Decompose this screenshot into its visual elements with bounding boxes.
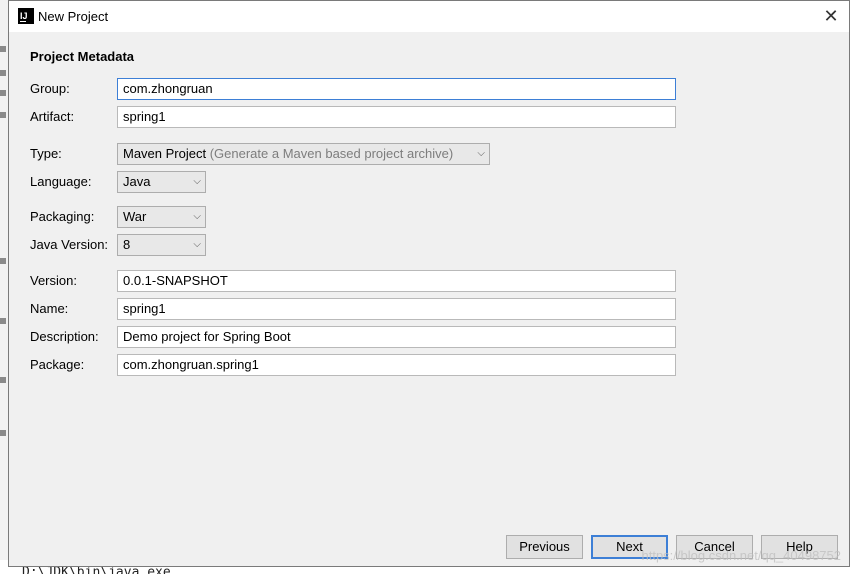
intellij-app-icon: IJ [18,8,34,24]
new-project-dialog: IJ New Project ✕ Project Metadata Group:… [8,0,850,567]
java-version-label: Java Version: [30,237,109,252]
version-field[interactable]: 0.0.1-SNAPSHOT [117,270,676,292]
background-ide-mark [0,318,6,324]
description-field[interactable]: Demo project for Spring Boot [117,326,676,348]
java-version-select-value: 8 [123,237,131,252]
type-label: Type: [30,146,62,161]
java-version-select[interactable]: 8 ⌵ [117,234,206,256]
packaging-select-value: War [123,209,147,224]
chevron-down-icon: ⌵ [193,211,201,222]
chevron-down-icon: ⌵ [193,239,201,250]
language-label: Language: [30,174,92,189]
type-select-hint: (Generate a Maven based project archive) [209,146,454,161]
chevron-down-icon: ⌵ [477,148,485,159]
previous-button[interactable]: Previous [506,535,583,559]
background-ide-mark [0,430,6,436]
watermark: https://blog.csdn.net/qq_40498752 [641,548,842,563]
background-ide-mark [0,90,6,96]
background-ide-mark [0,46,6,52]
section-title: Project Metadata [30,49,135,64]
description-label: Description: [30,329,99,344]
packaging-label: Packaging: [30,209,95,224]
close-icon[interactable]: ✕ [819,5,843,27]
window-title: New Project [38,9,109,24]
artifact-field[interactable]: spring1 [117,106,676,128]
name-field[interactable]: spring1 [117,298,676,320]
package-label: Package: [30,357,85,372]
packaging-select[interactable]: War ⌵ [117,206,206,228]
group-field[interactable]: com.zhongruan [117,78,676,100]
background-ide-mark [0,377,6,383]
package-field[interactable]: com.zhongruan.spring1 [117,354,676,376]
type-select[interactable]: Maven Project (Generate a Maven based pr… [117,143,490,165]
group-label: Group: [30,81,70,96]
name-label: Name: [30,301,69,316]
title-bar: IJ New Project ✕ [9,1,849,32]
version-label: Version: [30,273,77,288]
language-select-value: Java [123,174,151,189]
artifact-label: Artifact: [30,109,75,124]
language-select[interactable]: Java ⌵ [117,171,206,193]
background-ide-mark [0,112,6,118]
background-ide-mark [0,70,6,76]
type-select-value: Maven Project [123,146,207,161]
chevron-down-icon: ⌵ [193,176,201,187]
background-ide-mark [0,258,6,264]
